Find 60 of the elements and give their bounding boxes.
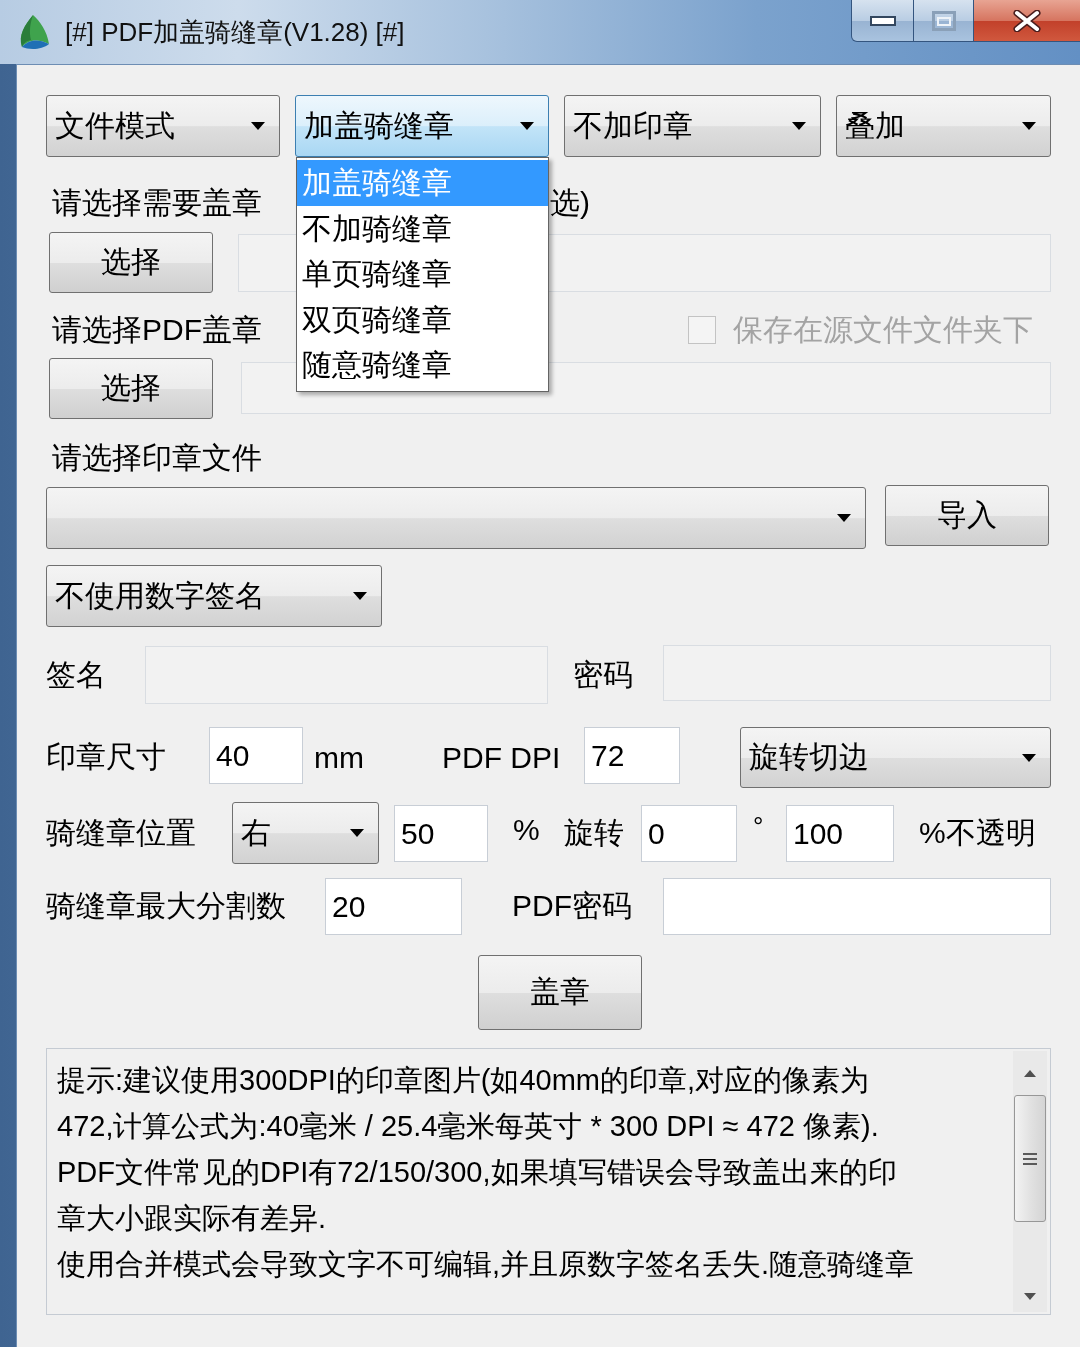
dropdown-option[interactable]: 不加骑缝章 [297,205,548,252]
caret-icon [1022,753,1036,762]
unit-label: ° [752,810,764,842]
scrollbar-thumb[interactable] [1014,1095,1046,1222]
select-button[interactable]: 选择 [49,357,213,419]
field-label: 密码 [573,656,633,693]
scroll-down-icon[interactable] [1024,1293,1036,1300]
dropdown-select[interactable]: 不加印章 [564,95,821,157]
dropdown-option[interactable]: 单页骑缝章 [297,251,548,297]
dropdown-select[interactable]: 不使用数字签名 [46,565,382,627]
minimize-button[interactable] [851,0,914,42]
dropdown-select[interactable]: 叠加 [836,95,1051,157]
field-label: 骑缝章位置 [46,814,196,851]
dpi-input[interactable]: 72 [584,727,680,784]
field-label: 旋转 [564,814,624,851]
field-label: 骑缝章最大分割数 [46,888,286,924]
field-label: 请选择需要盖章 [52,184,262,221]
unit-label: % [513,813,540,847]
caret-icon [251,122,265,130]
pdf-password-field[interactable] [663,878,1051,935]
stamp-button[interactable]: 盖章 [478,955,642,1030]
maximize-button[interactable] [914,0,974,42]
caret-icon [837,514,851,522]
split-count-input[interactable]: 20 [325,878,462,935]
scroll-up-icon[interactable] [1024,1070,1036,1077]
close-button[interactable] [974,0,1080,42]
unit-label: %不透明 [919,814,1036,851]
unit-label: mm [314,740,364,775]
field-label: 选) [550,184,590,221]
field-label: 请选择PDF盖章 [52,311,262,348]
window-title: [#] PDF加盖骑缝章(V1.28) [#] [65,15,405,49]
field-label: PDF密码 [512,888,632,924]
dropdown-select[interactable]: 加盖骑缝章 [295,95,549,157]
field-label: 印章尺寸 [46,739,166,775]
opacity-input[interactable]: 100 [786,805,894,862]
caret-icon [353,592,367,600]
checkbox-label: 保存在源文件文件夹下 [733,311,1033,348]
close-icon [1013,9,1041,32]
minimize-icon [869,15,896,26]
hint-text: 提示:建议使用300DPI的印章图片(如40mm的印章,对应的像素为 472,计算公式为:40毫米 / 25.4毫米每英寸 * 300 DPI ≈ 472 像素). PDF文件常见的DPI有72/150/300,如果填写错误会导致盖出来的印 章大小跟实际有差异. 使用合并模式会导致文字不可编辑,并且原数字签名丢失.随意骑缝章 [56,1063,916,1282]
caret-icon [1022,122,1036,130]
offset-input[interactable]: 50 [394,805,488,862]
field-label: 签名 [46,656,106,693]
caret-icon [520,122,534,130]
dropdown-select[interactable] [46,487,866,549]
size-input[interactable]: 40 [209,727,303,784]
caret-icon [350,829,364,837]
grip-icon [1023,1152,1037,1165]
rotation-input[interactable]: 0 [641,805,737,862]
caret-icon [792,122,806,130]
import-button[interactable]: 导入 [885,485,1049,546]
field-label: 请选择印章文件 [52,439,262,476]
maximize-icon [931,10,956,31]
dropdown-select[interactable]: 文件模式 [46,95,280,157]
field-label: PDF DPI [442,740,561,775]
select-button[interactable]: 选择 [49,232,213,293]
dropdown-option[interactable]: 随意骑缝章 [297,342,548,388]
dropdown-select[interactable]: 右 [232,802,379,864]
dropdown-select[interactable]: 旋转切边 [740,727,1051,788]
dropdown-option[interactable]: 双页骑缝章 [297,296,548,343]
